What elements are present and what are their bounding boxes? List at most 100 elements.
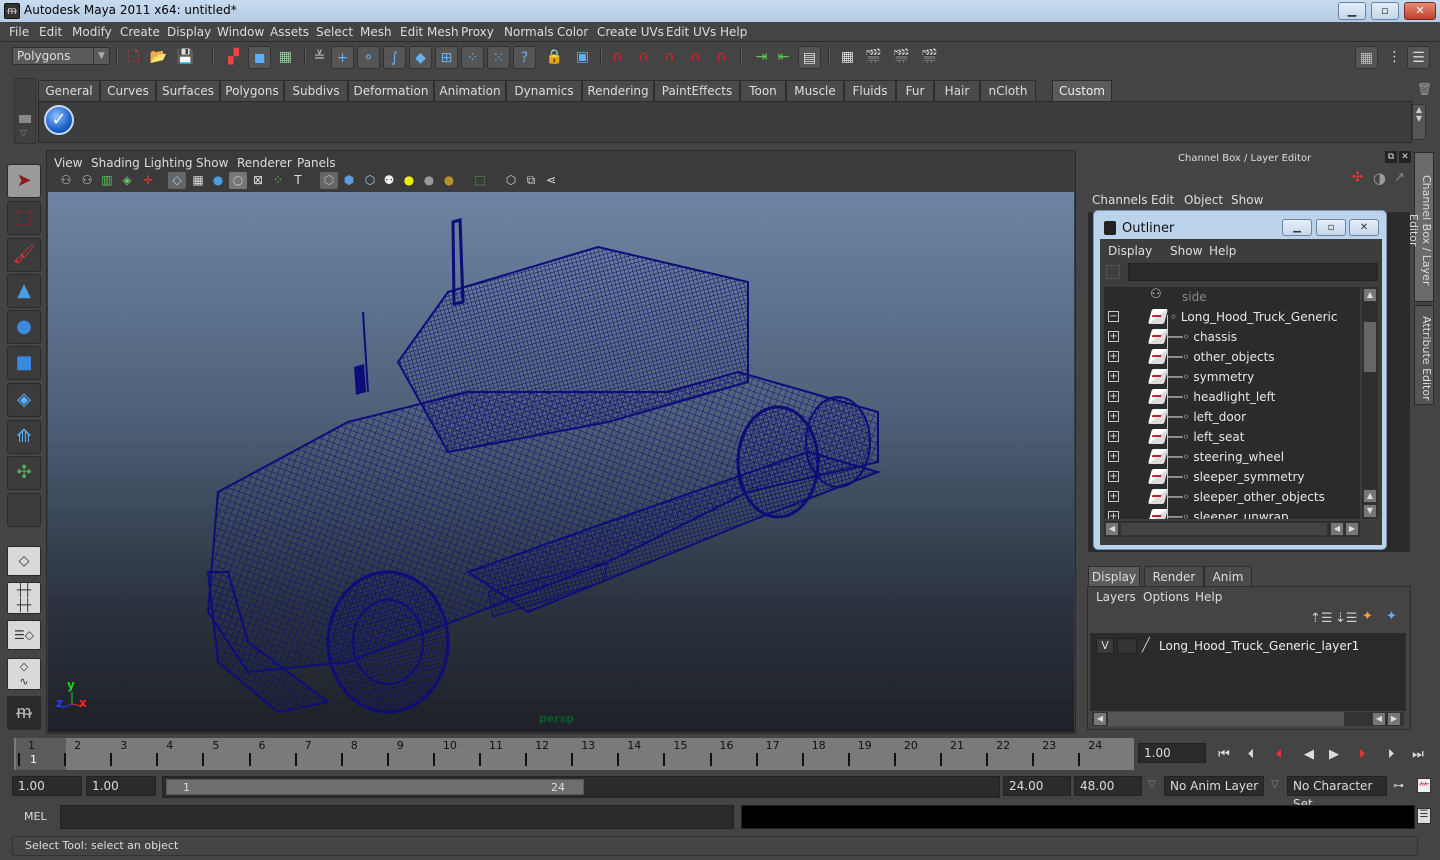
shelf-menu-icon[interactable]: ▽ <box>20 129 27 139</box>
shelf-tab-fluids[interactable]: Fluids <box>844 80 896 101</box>
camera-bookmark-icon[interactable]: ⚇ <box>78 172 96 189</box>
persp-graph-layout-icon[interactable]: ◇ ∿ <box>7 658 41 690</box>
universal-manipulator-icon[interactable]: ◈ <box>7 383 41 417</box>
help-menu[interactable]: Help <box>1195 590 1222 604</box>
3d-viewport[interactable] <box>48 192 1074 732</box>
last-tool-slot[interactable] <box>7 493 41 527</box>
gate-mask-icon[interactable]: ○ <box>229 172 247 189</box>
outliner-item[interactable]: + ──◦ symmetry <box>1104 367 1360 387</box>
close-panel-icon[interactable]: ✕ <box>1399 151 1411 163</box>
move-layer-down-icon[interactable]: ⇣☰ <box>1335 611 1358 626</box>
layer-name[interactable]: Long_Hood_Truck_Generic_layer1 <box>1159 639 1359 653</box>
scroll-thumb[interactable] <box>1363 321 1377 373</box>
menu-edit[interactable]: Edit <box>39 25 62 39</box>
make-live-icon[interactable]: ∩ <box>710 46 733 69</box>
shelf-tab-ncloth[interactable]: nCloth <box>980 80 1036 101</box>
menu-modify[interactable]: Modify <box>72 25 112 39</box>
menu-help[interactable]: Help <box>720 25 747 39</box>
select-vertex-face-icon[interactable]: ⊞ <box>435 46 458 69</box>
input-ops-icon[interactable]: ⇥ <box>750 46 773 69</box>
select-help-icon[interactable]: ? <box>513 46 536 69</box>
shelf-tab-surfaces[interactable]: Surfaces <box>156 80 220 101</box>
menu-create-uvs[interactable]: Create UVs <box>597 25 664 39</box>
character-set-field[interactable]: No Character Set <box>1287 776 1387 811</box>
checkmark-icon[interactable]: ✓ <box>44 105 74 135</box>
paint-select-tool-icon[interactable]: 🖌 <box>7 238 41 272</box>
grid-toggle-icon[interactable]: ◇ <box>168 172 186 189</box>
hyper-arrow-icon[interactable]: ↗ <box>1394 170 1405 185</box>
select-component-icon[interactable]: ▦ <box>274 46 297 69</box>
shelf-tab-fur[interactable]: Fur <box>896 80 934 101</box>
show-menu[interactable]: Show <box>1231 193 1263 207</box>
close-button[interactable]: ✕ <box>1404 2 1436 20</box>
menu-assets[interactable]: Assets <box>270 25 309 39</box>
layer-visibility-toggle[interactable]: V <box>1096 638 1114 654</box>
menu-select[interactable]: Select <box>316 25 353 39</box>
outliner-minimize-button[interactable]: ▁ <box>1282 219 1312 236</box>
maya-logo-icon[interactable]: ᵯ <box>7 696 41 730</box>
shelf-tab-polygons[interactable]: Polygons <box>220 80 284 101</box>
snap-menu-icon[interactable]: ≚ <box>308 46 331 69</box>
highlight-selection-icon[interactable]: ▣ <box>571 46 594 69</box>
animation-preferences-icon[interactable]: ⺮ <box>1417 778 1431 794</box>
select-multi-icon[interactable]: ⁘ <box>461 46 484 69</box>
scroll-right-icon[interactable]: ▶ <box>1387 712 1401 726</box>
layer-tab-anim[interactable]: Anim <box>1204 566 1252 587</box>
wireframe-icon[interactable]: ⬡ <box>320 172 338 189</box>
go-to-end-icon[interactable]: ⏭ <box>1407 746 1429 764</box>
xray-joints-icon[interactable]: ⧉ <box>522 172 540 189</box>
shelf-tab-custom[interactable]: Custom <box>1052 80 1112 101</box>
step-forward-key-icon[interactable]: ⏵ <box>1380 746 1402 764</box>
side-tab-attribute-editor[interactable]: Attribute Editor <box>1414 305 1434 405</box>
scroll-left-icon[interactable]: ◀ <box>1372 712 1386 726</box>
expand-icon[interactable]: + <box>1108 491 1119 502</box>
field-chart-icon[interactable]: ⊠ <box>249 172 267 189</box>
outliner-persp-layout-icon[interactable]: ☰◇ <box>7 620 41 650</box>
move-layer-up-icon[interactable]: ⇡☰ <box>1310 611 1333 626</box>
menu-display[interactable]: Display <box>167 25 211 39</box>
ipr-render-icon[interactable]: 🎬 <box>890 46 913 69</box>
anim-layer-field[interactable]: No Anim Layer <box>1164 776 1264 796</box>
menu-edit-uvs[interactable]: Edit UVs <box>666 25 716 39</box>
script-editor-icon[interactable]: ☰ <box>1417 808 1431 824</box>
construction-history-icon[interactable]: ▤ <box>798 46 821 69</box>
scroll-thumb[interactable] <box>1120 522 1328 536</box>
command-input[interactable] <box>60 805 734 829</box>
viewport-menu-panels[interactable]: Panels <box>297 156 336 170</box>
outliner-item[interactable]: + ──◦ left_door <box>1104 407 1360 427</box>
filter-icon[interactable] <box>1106 265 1120 279</box>
scroll-down-icon[interactable]: ▼ <box>1363 504 1377 518</box>
expand-icon[interactable]: + <box>1108 351 1119 362</box>
2d-pan-zoom-icon[interactable]: ◈ <box>118 172 136 189</box>
manipulator-icon[interactable]: ✣ <box>1352 170 1363 185</box>
menu-proxy[interactable]: Proxy <box>461 25 494 39</box>
command-language-label[interactable]: MEL <box>24 810 47 823</box>
show-manipulator-icon[interactable]: ✣ <box>7 456 41 490</box>
menu-create[interactable]: Create <box>120 25 160 39</box>
scroll-up-icon[interactable]: ▲ <box>1363 489 1377 503</box>
layer-horizontal-scrollbar[interactable]: ◀ ◀ ▶ <box>1092 712 1404 726</box>
menu-set-selector[interactable]: Polygons ▼ <box>12 47 110 65</box>
shelf-tab-toon[interactable]: Toon <box>740 80 786 101</box>
output-ops-icon[interactable]: ⇤ <box>772 46 795 69</box>
outliner-maximize-button[interactable]: ▫ <box>1316 219 1346 236</box>
scroll-left-icon[interactable]: ◀ <box>1105 522 1119 536</box>
shadows-icon[interactable]: ● <box>440 172 458 189</box>
save-scene-icon[interactable]: 💾 <box>174 46 197 69</box>
menu-window[interactable]: Window <box>217 25 264 39</box>
outliner-menu-display[interactable]: Display <box>1108 244 1152 258</box>
layer-color-icon[interactable]: ╱ <box>1142 638 1150 653</box>
outliner-item[interactable]: ⚇ side <box>1104 287 1360 307</box>
move-tool-icon[interactable]: ▲ <box>7 274 41 308</box>
outliner-item[interactable]: + ──◦ headlight_left <box>1104 387 1360 407</box>
collapse-icon[interactable]: − <box>1108 311 1119 322</box>
shelf-tab-toggle-icon[interactable] <box>19 115 31 123</box>
render-icon[interactable]: 🎬 <box>862 46 885 69</box>
play-forwards-icon[interactable]: ▶ <box>1323 746 1345 764</box>
textured-icon[interactable]: ⚉ <box>380 172 398 189</box>
snap-to-grid-icon[interactable]: ∩ <box>606 46 629 69</box>
snap-to-plane-icon[interactable]: ∩ <box>684 46 707 69</box>
snap-to-curve-icon[interactable]: ∩ <box>632 46 655 69</box>
menu-color[interactable]: Color <box>557 25 588 39</box>
menu-normals[interactable]: Normals <box>504 25 554 39</box>
